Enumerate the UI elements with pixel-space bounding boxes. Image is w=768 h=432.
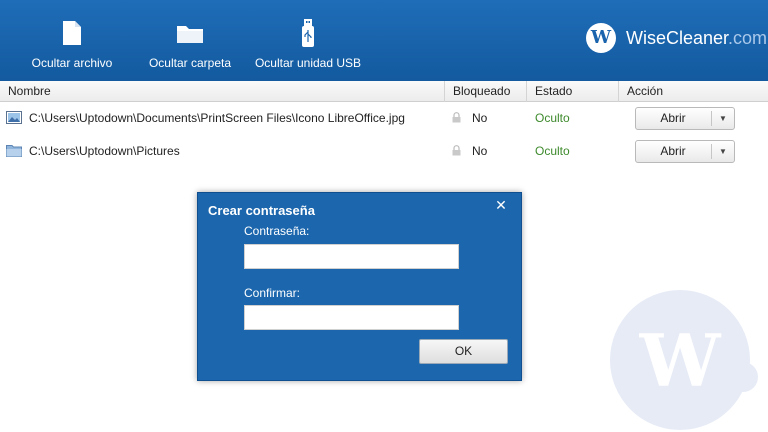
row-state-value: Oculto (535, 111, 570, 125)
close-icon[interactable]: ✕ (492, 196, 510, 214)
open-button[interactable]: Abrir (636, 141, 710, 162)
lock-icon (452, 112, 461, 123)
hide-usb-button[interactable]: Ocultar unidad USB (252, 18, 364, 70)
ok-button[interactable]: OK (419, 339, 508, 364)
toolbar: Ocultar archivo Ocultar carpeta Ocultar … (0, 0, 768, 81)
open-split-button[interactable]: Abrir ▼ (635, 140, 735, 163)
confirm-label: Confirmar: (244, 286, 301, 300)
wisecleaner-logo-icon: W (586, 23, 616, 53)
column-header-name[interactable]: Nombre (0, 81, 444, 102)
create-password-dialog: Crear contraseña ✕ Contraseña: Confirmar… (197, 192, 522, 381)
row-path: C:\Users\Uptodown\Pictures (29, 144, 180, 158)
column-header-locked[interactable]: Bloqueado (444, 81, 526, 102)
hide-usb-label: Ocultar unidad USB (254, 56, 362, 70)
brand-name-suffix: .com (728, 27, 768, 48)
lock-icon (452, 145, 461, 156)
dialog-title: Crear contraseña (208, 203, 315, 218)
row-locked-value: No (472, 111, 488, 125)
usb-drive-icon (302, 19, 314, 47)
hide-folder-button[interactable]: Ocultar carpeta (142, 18, 238, 70)
open-button[interactable]: Abrir (636, 108, 710, 129)
open-split-button[interactable]: Abrir ▼ (635, 107, 735, 130)
row-locked-value: No (472, 144, 488, 158)
chevron-down-icon[interactable]: ▼ (712, 141, 734, 162)
row-state-value: Oculto (535, 144, 570, 158)
watermark-dot (728, 362, 758, 392)
hide-file-label: Ocultar archivo (31, 56, 113, 70)
column-header-action[interactable]: Acción (618, 81, 768, 102)
brand-name-main: WiseCleaner (626, 27, 729, 48)
brand-logo[interactable]: W WiseCleaner.com (586, 22, 767, 54)
watermark-letter: W (639, 318, 721, 403)
folder-icon (177, 26, 203, 43)
folder-icon (6, 145, 22, 157)
image-file-icon (6, 111, 22, 124)
wisecleaner-watermark: W (610, 290, 758, 430)
hide-file-button[interactable]: Ocultar archivo (24, 18, 120, 70)
column-header-state[interactable]: Estado (526, 81, 618, 102)
brand-name: WiseCleaner.com (626, 28, 767, 49)
confirm-password-field[interactable] (244, 305, 459, 330)
password-field[interactable] (244, 244, 459, 269)
chevron-down-icon[interactable]: ▼ (712, 108, 734, 129)
password-label: Contraseña: (244, 224, 310, 238)
hide-folder-label: Ocultar carpeta (148, 56, 232, 70)
row-path: C:\Users\Uptodown\Documents\PrintScreen … (29, 111, 405, 125)
file-icon (63, 21, 81, 45)
table-row[interactable]: C:\Users\Uptodown\Pictures No Oculto Abr… (0, 135, 768, 167)
table-row[interactable]: C:\Users\Uptodown\Documents\PrintScreen … (0, 102, 768, 134)
table-header: Nombre Bloqueado Estado Acción (0, 81, 768, 102)
